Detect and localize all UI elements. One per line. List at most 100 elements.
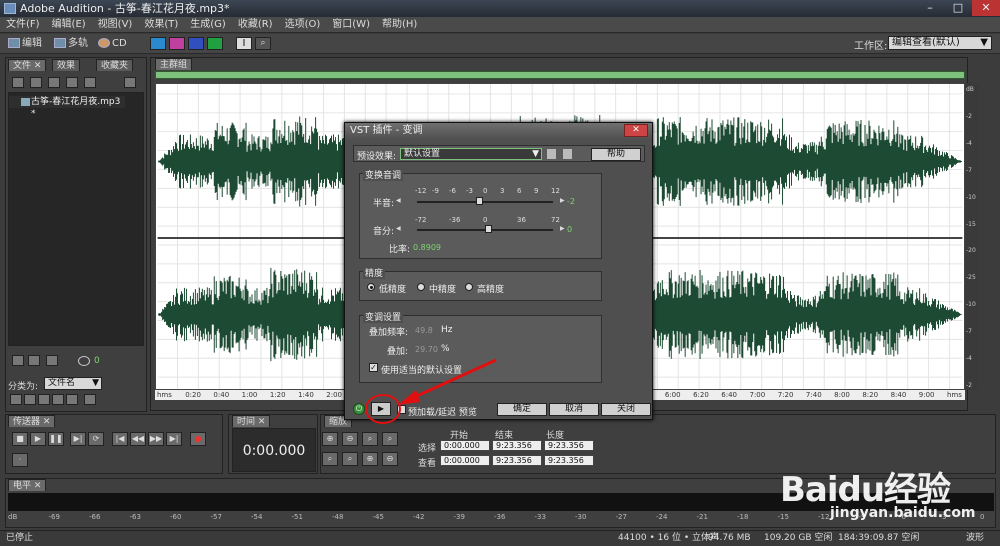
zoom-in-horizontal-icon[interactable]: ⊕ bbox=[322, 432, 338, 446]
tab-effects[interactable]: 效果 bbox=[52, 59, 81, 71]
menu-item-7[interactable]: 窗口(W) bbox=[326, 17, 376, 33]
workspace-dropdown[interactable]: 编辑查看(默认) ▼ bbox=[888, 36, 992, 50]
cents-left-arrow-icon[interactable]: ◀ bbox=[396, 225, 401, 232]
semitone-slider-thumb[interactable] bbox=[476, 197, 483, 205]
menu-item-1[interactable]: 编辑(E) bbox=[46, 17, 92, 33]
menu-item-2[interactable]: 视图(V) bbox=[92, 17, 139, 33]
save-preset-icon[interactable] bbox=[547, 149, 556, 159]
play-button[interactable]: ▶ bbox=[30, 432, 46, 446]
zoom-out-horizontal-icon[interactable]: ⊖ bbox=[342, 432, 358, 446]
go-to-start-button[interactable]: |◀ bbox=[112, 432, 128, 446]
high-precision-radio[interactable] bbox=[465, 283, 473, 291]
play-icon[interactable] bbox=[46, 355, 58, 366]
file-filter-icon-3[interactable] bbox=[38, 394, 50, 405]
delete-preset-icon[interactable] bbox=[563, 149, 572, 159]
play-loop-button[interactable]: ⟳ bbox=[88, 432, 104, 446]
overlap-value[interactable]: 29.70 bbox=[415, 345, 438, 354]
splice-frequency-value[interactable]: 49.8 bbox=[415, 326, 433, 335]
close-button[interactable]: 关闭 bbox=[601, 403, 651, 416]
semitone-value[interactable]: -2 bbox=[567, 197, 575, 206]
maximize-button[interactable]: □ bbox=[944, 0, 972, 16]
edit-view-button[interactable]: 编辑 bbox=[8, 36, 42, 52]
cents-slider-thumb[interactable] bbox=[485, 225, 492, 233]
semitone-right-arrow-icon[interactable]: ▶ bbox=[560, 197, 565, 204]
open-file-icon[interactable] bbox=[12, 77, 24, 88]
selection-length-field[interactable]: 9:23.356 bbox=[544, 440, 594, 451]
fast-forward-button[interactable]: ▶▶ bbox=[148, 432, 164, 446]
tab-favorites[interactable]: 收藏夹 bbox=[96, 59, 134, 71]
file-filter-icon-2[interactable] bbox=[24, 394, 36, 405]
ok-button[interactable]: 确定 bbox=[497, 403, 547, 416]
file-filter-icon-6[interactable] bbox=[84, 394, 96, 405]
dialog-close-button[interactable]: ✕ bbox=[624, 124, 648, 137]
tab-time[interactable]: 时间 ✕ bbox=[232, 415, 271, 427]
play-to-end-button[interactable]: ▶| bbox=[70, 432, 86, 446]
multitrack-view-button[interactable]: 多轨 bbox=[54, 36, 88, 52]
cd-view-button[interactable]: CD bbox=[98, 36, 127, 52]
speaker-icon[interactable] bbox=[12, 355, 24, 366]
zoom-left-icon[interactable]: ⌕ bbox=[322, 452, 338, 466]
loop-icon[interactable] bbox=[28, 355, 40, 366]
insert-icon[interactable] bbox=[66, 77, 78, 88]
record-button[interactable]: ● bbox=[190, 432, 206, 446]
spectral-view-icon[interactable] bbox=[169, 37, 185, 50]
sort-dropdown[interactable]: 文件名 ▼ bbox=[44, 377, 102, 390]
stop-button[interactable]: ■ bbox=[12, 432, 28, 446]
file-list-item[interactable]: 古筝-春江花月夜.mp3 * bbox=[9, 96, 125, 119]
menu-item-3[interactable]: 效果(T) bbox=[138, 17, 184, 33]
record-mode-button[interactable]: · bbox=[12, 453, 28, 467]
medium-precision-radio[interactable] bbox=[417, 283, 425, 291]
ratio-value[interactable]: 0.8909 bbox=[413, 243, 441, 252]
file-filter-icon-5[interactable] bbox=[66, 394, 78, 405]
auto-play-icon[interactable] bbox=[124, 77, 136, 88]
menu-item-4[interactable]: 生成(G) bbox=[184, 17, 232, 33]
cents-right-arrow-icon[interactable]: ▶ bbox=[560, 225, 565, 232]
power-icon[interactable]: ⏻ bbox=[353, 403, 365, 415]
help-button[interactable]: 帮助 bbox=[591, 148, 641, 161]
semitone-left-arrow-icon[interactable]: ◀ bbox=[396, 197, 401, 204]
go-to-end-button[interactable]: ▶| bbox=[166, 432, 182, 446]
close-window-button[interactable]: ✕ bbox=[972, 0, 1000, 16]
zoom-in-vertical-icon[interactable]: ⊕ bbox=[362, 452, 378, 466]
import-icon[interactable] bbox=[48, 77, 60, 88]
zoom-out-vertical-icon[interactable]: ⊖ bbox=[382, 452, 398, 466]
minimize-button[interactable]: – bbox=[916, 0, 944, 16]
semitone-label: 半音: bbox=[373, 199, 395, 209]
pause-button[interactable]: ❚❚ bbox=[48, 432, 64, 446]
zoom-selection-icon[interactable]: ⌕ bbox=[382, 432, 398, 446]
menu-item-0[interactable]: 文件(F) bbox=[0, 17, 46, 33]
db-tick-label: -7 bbox=[966, 328, 972, 336]
pan-view-icon[interactable] bbox=[188, 37, 204, 50]
menu-item-5[interactable]: 收藏(R) bbox=[232, 17, 279, 33]
waveform-view-icon[interactable] bbox=[150, 37, 166, 50]
tab-files[interactable]: 文件 ✕ bbox=[8, 59, 47, 71]
preset-dropdown[interactable]: 默认设置 ▼ bbox=[400, 148, 542, 160]
time-selection-tool-icon[interactable]: I bbox=[236, 37, 252, 50]
selection-start-field[interactable]: 0:00.000 bbox=[440, 440, 490, 451]
rewind-button[interactable]: ◀◀ bbox=[130, 432, 146, 446]
view-length-field[interactable]: 9:23.356 bbox=[544, 455, 594, 466]
cents-value[interactable]: 0 bbox=[567, 225, 572, 234]
tab-level[interactable]: 电平 ✕ bbox=[8, 479, 47, 491]
menu-item-8[interactable]: 帮助(H) bbox=[376, 17, 423, 33]
edit-file-icon[interactable] bbox=[84, 77, 96, 88]
use-defaults-checkbox[interactable]: ✓ bbox=[369, 363, 378, 372]
volume-knob-icon[interactable] bbox=[78, 356, 90, 366]
selection-end-field[interactable]: 9:23.356 bbox=[492, 440, 542, 451]
zoom-right-icon[interactable]: ⌕ bbox=[342, 452, 358, 466]
file-filter-icon-1[interactable] bbox=[10, 394, 22, 405]
low-precision-radio[interactable] bbox=[367, 283, 375, 291]
overview-bar[interactable] bbox=[155, 71, 965, 79]
tab-main-group[interactable]: 主群组 bbox=[155, 58, 193, 70]
phase-view-icon[interactable] bbox=[207, 37, 223, 50]
view-start-field[interactable]: 0:00.000 bbox=[440, 455, 490, 466]
menu-item-6[interactable]: 选项(O) bbox=[279, 17, 327, 33]
view-end-field[interactable]: 9:23.356 bbox=[492, 455, 542, 466]
marquee-tool-icon[interactable]: ⌕ bbox=[255, 37, 271, 50]
semitone-slider-track[interactable] bbox=[417, 201, 553, 203]
zoom-full-icon[interactable]: ⌕ bbox=[362, 432, 378, 446]
tab-transport[interactable]: 传送器 ✕ bbox=[8, 415, 56, 427]
close-file-icon[interactable] bbox=[30, 77, 42, 88]
file-filter-icon-4[interactable] bbox=[52, 394, 64, 405]
cancel-button[interactable]: 取消 bbox=[549, 403, 599, 416]
